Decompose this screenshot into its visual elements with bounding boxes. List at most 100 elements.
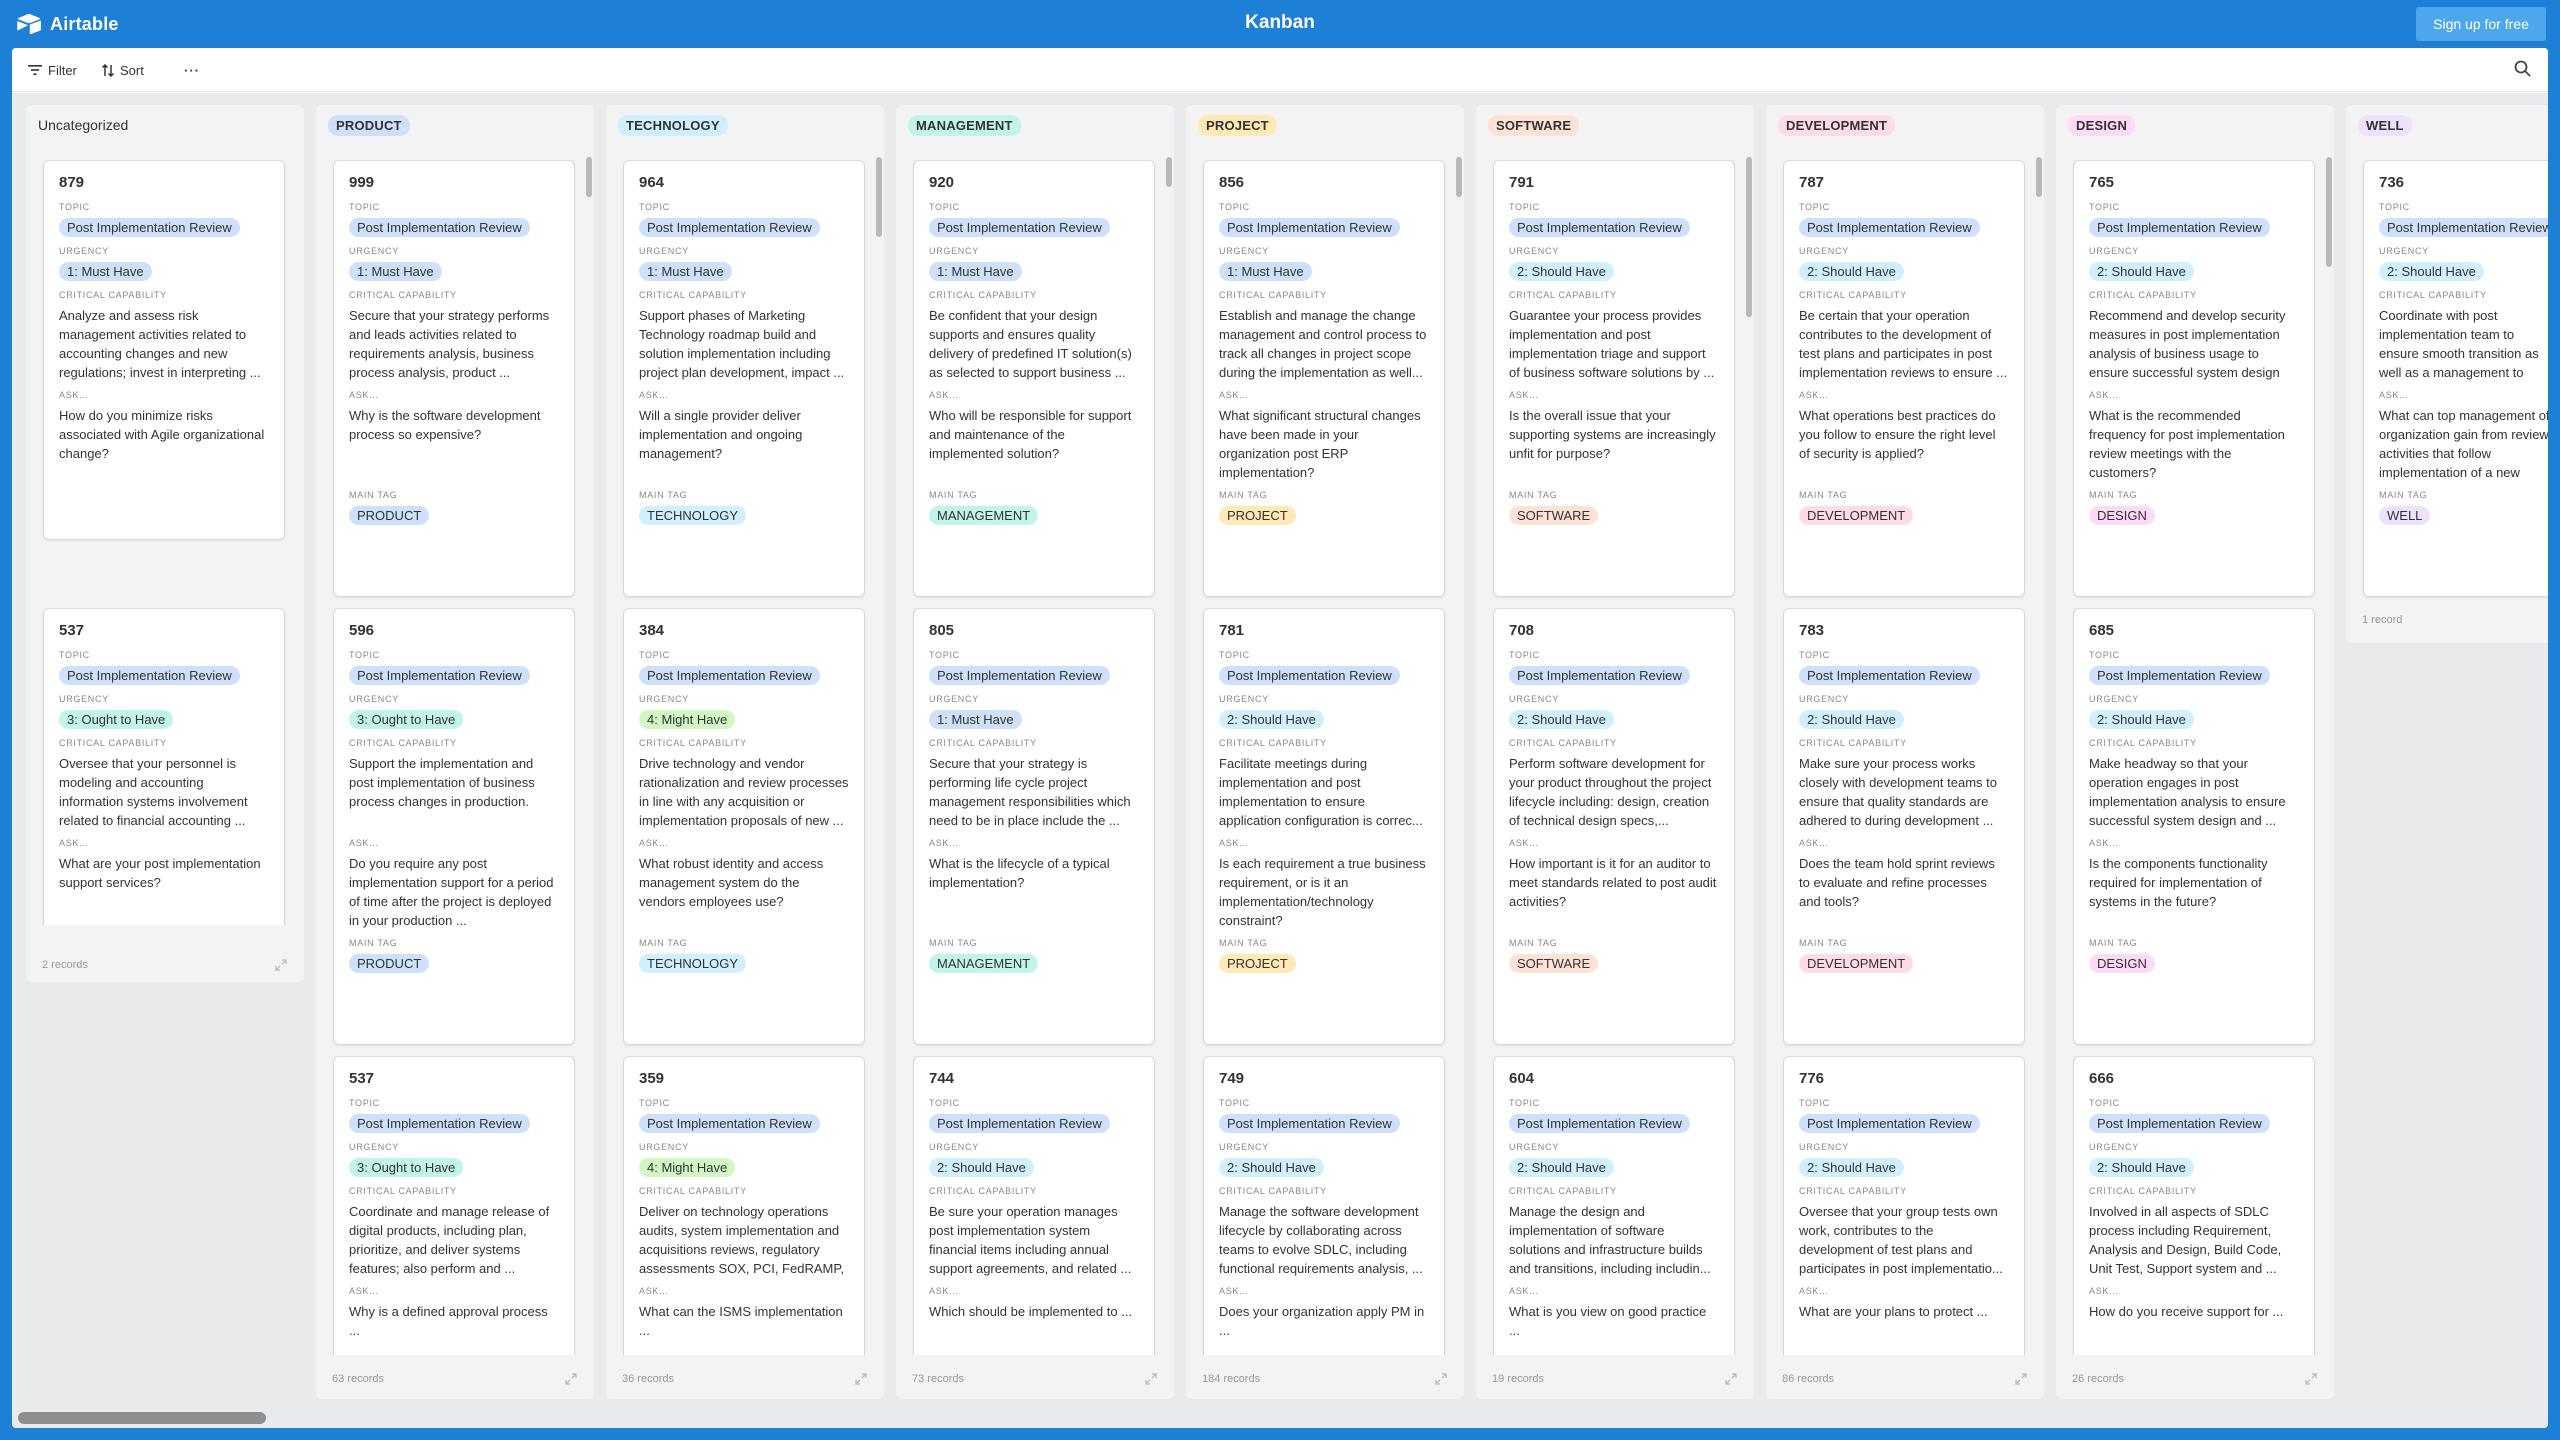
column-cards[interactable]: 964 TOPIC Post Implementation Review URGENC… xyxy=(606,145,884,1355)
record-card[interactable]: 999 TOPIC Post Implementation Review URGENC… xyxy=(333,160,575,597)
record-card[interactable]: 604 TOPIC Post Implementation Review URGENC… xyxy=(1493,1056,1735,1355)
more-options-button[interactable]: ··· xyxy=(184,58,200,82)
urgency-pill: 3: Ought to Have xyxy=(349,710,464,729)
topic-field: Post Implementation Review xyxy=(2379,218,2548,238)
record-card[interactable]: 359 TOPIC Post Implementation Review URGENC… xyxy=(623,1056,865,1355)
expand-column-icon[interactable] xyxy=(2014,1372,2028,1386)
record-card[interactable]: 708 TOPIC Post Implementation Review URGENC… xyxy=(1493,608,1735,1045)
horizontal-scrollbar-thumb[interactable] xyxy=(18,1412,266,1424)
record-card[interactable]: 805 TOPIC Post Implementation Review URGENC… xyxy=(913,608,1155,1045)
kanban-board: Uncategorized 879 TOPIC Post Implementation… xyxy=(12,93,2548,1428)
column-cards[interactable]: 765 TOPIC Post Implementation Review URGENC… xyxy=(2056,145,2334,1355)
record-card[interactable]: 749 TOPIC Post Implementation Review URGENC… xyxy=(1203,1056,1445,1355)
record-card[interactable]: 776 TOPIC Post Implementation Review URGENC… xyxy=(1783,1056,2025,1355)
expand-column-icon[interactable] xyxy=(1434,1372,1448,1386)
column-scrollbar[interactable] xyxy=(1746,157,1752,317)
capability-text: Support the implementation and post impl… xyxy=(349,756,535,809)
column-cards[interactable]: 856 TOPIC Post Implementation Review URGENC… xyxy=(1186,145,1464,1355)
record-count: 184 records xyxy=(1202,1373,1261,1385)
record-card[interactable]: 964 TOPIC Post Implementation Review URGENC… xyxy=(623,160,865,597)
filter-button[interactable]: Filter xyxy=(28,58,77,82)
record-card[interactable]: 787 TOPIC Post Implementation Review URGENC… xyxy=(1783,160,2025,597)
record-card[interactable]: 783 TOPIC Post Implementation Review URGENC… xyxy=(1783,608,2025,1045)
search-icon[interactable] xyxy=(2512,58,2534,80)
horizontal-scrollbar[interactable] xyxy=(12,1410,2548,1428)
record-card[interactable]: 744 TOPIC Post Implementation Review URGENC… xyxy=(913,1056,1155,1355)
record-card[interactable]: 791 TOPIC Post Implementation Review URGENC… xyxy=(1493,160,1735,597)
capability-label: CRITICAL CAPABILITY xyxy=(59,290,167,300)
column-cards[interactable]: 999 TOPIC Post Implementation Review URGENC… xyxy=(316,145,594,1355)
capability-text: Secure that your strategy performs and l… xyxy=(349,308,550,380)
topic-field: Post Implementation Review xyxy=(1219,1114,1429,1134)
main-tag-pill: SOFTWARE xyxy=(1509,506,1599,525)
column-scrollbar[interactable] xyxy=(876,157,882,237)
ask-label: ASK... xyxy=(929,1286,959,1296)
expand-column-icon[interactable] xyxy=(854,1372,868,1386)
expand-column-icon[interactable] xyxy=(274,958,288,972)
ask-text: Is the components functionality required… xyxy=(2089,856,2268,909)
record-card[interactable]: 920 TOPIC Post Implementation Review URGENC… xyxy=(913,160,1155,597)
column-header[interactable]: DESIGN xyxy=(2056,105,2334,145)
record-card[interactable]: 879 TOPIC Post Implementation Review URGENC… xyxy=(43,160,285,540)
urgency-pill: 2: Should Have xyxy=(2379,262,2484,281)
column-cards[interactable]: 736 TOPIC Post Implementation Review URGENC… xyxy=(2346,145,2548,600)
capability-label: CRITICAL CAPABILITY xyxy=(59,738,167,748)
capability-label: CRITICAL CAPABILITY xyxy=(349,290,457,300)
capability-text: Oversee that your personnel is modeling … xyxy=(59,756,248,828)
column-cards[interactable]: 879 TOPIC Post Implementation Review URGENC… xyxy=(26,145,304,925)
column-header[interactable]: Uncategorized xyxy=(26,105,304,145)
column-footer: 26 records xyxy=(2056,1359,2334,1399)
expand-column-icon[interactable] xyxy=(2304,1372,2318,1386)
expand-column-icon[interactable] xyxy=(564,1372,578,1386)
record-card[interactable]: 765 TOPIC Post Implementation Review URGENC… xyxy=(2073,160,2315,597)
expand-column-icon[interactable] xyxy=(1724,1372,1738,1386)
topic-label: TOPIC xyxy=(639,1098,670,1108)
ask-text: What are your post implementation suppor… xyxy=(59,856,261,890)
urgency-field: 2: Should Have xyxy=(1799,262,2009,282)
column-cards[interactable]: 787 TOPIC Post Implementation Review URGENC… xyxy=(1766,145,2044,1355)
record-card[interactable]: 666 TOPIC Post Implementation Review URGENC… xyxy=(2073,1056,2315,1355)
ask-label: ASK... xyxy=(59,838,89,848)
column-scrollbar[interactable] xyxy=(1456,157,1462,197)
main-tag-field: DEVELOPMENT xyxy=(1799,954,2009,974)
capability-label: CRITICAL CAPABILITY xyxy=(2089,290,2197,300)
sign-up-button[interactable]: Sign up for free xyxy=(2416,7,2546,41)
column-header[interactable]: DEVELOPMENT xyxy=(1766,105,2044,145)
column-header[interactable]: SOFTWARE xyxy=(1476,105,1754,145)
record-card[interactable]: 685 TOPIC Post Implementation Review URGENC… xyxy=(2073,608,2315,1045)
column-cards[interactable]: 920 TOPIC Post Implementation Review URGENC… xyxy=(896,145,1174,1355)
urgency-pill: 2: Should Have xyxy=(1219,710,1324,729)
column-header[interactable]: PROJECT xyxy=(1186,105,1464,145)
topic-pill: Post Implementation Review xyxy=(929,666,1110,685)
ask-text: What robust identity and access manageme… xyxy=(639,856,824,909)
column-header[interactable]: MANAGEMENT xyxy=(896,105,1174,145)
record-card[interactable]: 596 TOPIC Post Implementation Review URGENC… xyxy=(333,608,575,1045)
ask-text: What significant structural changes have… xyxy=(1219,408,1421,480)
column-scrollbar[interactable] xyxy=(2326,157,2332,267)
topic-label: TOPIC xyxy=(1509,202,1540,212)
column-scrollbar[interactable] xyxy=(586,157,592,197)
sort-button[interactable]: Sort xyxy=(102,58,144,82)
column-header[interactable]: WELL xyxy=(2346,105,2548,145)
column-scrollbar[interactable] xyxy=(1166,157,1172,187)
record-card[interactable]: 856 TOPIC Post Implementation Review URGENC… xyxy=(1203,160,1445,597)
record-card[interactable]: 781 TOPIC Post Implementation Review URGENC… xyxy=(1203,608,1445,1045)
capability-text: Coordinate and manage release of digital… xyxy=(349,1204,550,1276)
record-card[interactable]: 537 TOPIC Post Implementation Review URGENC… xyxy=(333,1056,575,1355)
record-card[interactable]: 384 TOPIC Post Implementation Review URGENC… xyxy=(623,608,865,1045)
column-header[interactable]: TECHNOLOGY xyxy=(606,105,884,145)
column-footer: 63 records xyxy=(316,1359,594,1399)
topic-pill: Post Implementation Review xyxy=(349,1114,530,1133)
column-header[interactable]: PRODUCT xyxy=(316,105,594,145)
record-id: 964 xyxy=(639,174,665,191)
kanban-column-well: WELL 736 TOPIC Post Implementation Review UR… xyxy=(2346,105,2548,643)
main-tag-pill: PRODUCT xyxy=(349,506,430,525)
record-card[interactable]: 736 TOPIC Post Implementation Review URGENC… xyxy=(2363,160,2548,597)
urgency-pill: 2: Should Have xyxy=(1509,710,1614,729)
column-cards[interactable]: 791 TOPIC Post Implementation Review URGENC… xyxy=(1476,145,1754,1355)
column-scrollbar[interactable] xyxy=(2036,157,2042,197)
expand-column-icon[interactable] xyxy=(1144,1372,1158,1386)
capability-label: CRITICAL CAPABILITY xyxy=(2379,290,2487,300)
topic-label: TOPIC xyxy=(639,650,670,660)
record-card[interactable]: 537 TOPIC Post Implementation Review URGENC… xyxy=(43,608,285,925)
